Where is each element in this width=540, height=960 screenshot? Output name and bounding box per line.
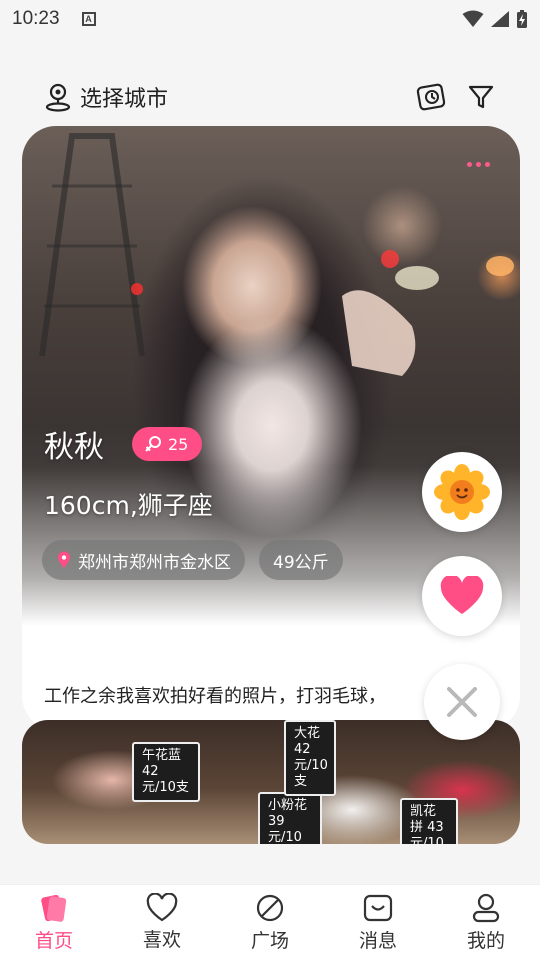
female-symbol-icon <box>145 436 161 452</box>
price-sign: 午花蓝 42元/10支 <box>132 742 200 802</box>
map-pin-icon <box>58 551 70 568</box>
status-time: 10:23 <box>12 8 60 29</box>
nav-likes[interactable]: 喜欢 <box>108 885 216 960</box>
price-sign: 凯花拼 43元/10支 <box>400 798 458 844</box>
nav-home-label: 首页 <box>34 930 73 952</box>
wifi-icon <box>462 10 484 27</box>
dislike-button[interactable] <box>424 664 500 740</box>
filter-button[interactable] <box>466 82 496 112</box>
top-actions <box>416 82 496 112</box>
home-cards-icon <box>41 894 67 922</box>
signal-icon <box>491 11 509 27</box>
location-pin-icon <box>45 83 71 112</box>
status-bar: 10:23 A <box>0 0 540 38</box>
info-tags: 郑州市郑州市金水区 49公斤 <box>42 540 343 580</box>
nav-likes-label: 喜欢 <box>142 929 181 951</box>
heart-outline-icon <box>146 893 178 922</box>
nav-profile-label: 我的 <box>466 930 505 952</box>
nav-messages-label: 消息 <box>358 930 397 952</box>
height-zodiac: 160cm,狮子座 <box>44 491 213 520</box>
location-text: 郑州市郑州市金水区 <box>78 552 231 573</box>
nav-home[interactable]: 首页 <box>0 885 108 960</box>
profile-name: 秋秋 <box>44 430 104 465</box>
sunflower-gift-button[interactable] <box>422 452 502 532</box>
dot-icon <box>467 162 472 167</box>
price-sign: 大花 42元/10支 <box>284 720 336 796</box>
sunflower-icon <box>434 464 490 520</box>
weight-text: 49公斤 <box>273 552 329 573</box>
age-badge: 25 <box>132 427 203 461</box>
weight-tag: 49公斤 <box>259 540 343 580</box>
dot-icon <box>476 162 481 167</box>
heart-icon <box>440 576 484 614</box>
profile-bio: 工作之余我喜欢拍好看的照片，打羽毛球， <box>44 686 386 707</box>
like-button[interactable] <box>422 556 502 636</box>
name-row: 秋秋 25 <box>44 422 203 466</box>
nav-plaza[interactable]: 广场 <box>216 885 324 960</box>
message-bag-icon <box>363 894 393 922</box>
nav-messages[interactable]: 消息 <box>324 885 432 960</box>
more-options-button[interactable] <box>467 162 490 167</box>
bottom-nav: 首页 喜欢 广场 消息 我的 <box>0 884 540 960</box>
city-picker-button[interactable]: 选择城市 <box>44 81 168 113</box>
clock-card-icon <box>416 83 446 111</box>
age-value: 25 <box>168 434 189 454</box>
battery-icon <box>517 10 527 28</box>
price-sign: 小粉花 39元/10支 <box>258 792 322 844</box>
status-icons <box>462 9 528 29</box>
filter-icon <box>468 85 494 109</box>
close-icon <box>447 687 477 717</box>
planet-icon <box>256 894 284 922</box>
city-label: 选择城市 <box>80 87 169 112</box>
location-tag: 郑州市郑州市金水区 <box>42 540 245 580</box>
profile-card[interactable]: 秋秋 25 160cm,狮子座 郑州市郑州市金水区 49公斤 工作之余我喜欢拍好… <box>22 126 520 730</box>
next-profile-card[interactable]: 午花蓝 42元/10支 小粉花 39元/10支 凯花拼 43元/10支 大花 4… <box>22 720 520 844</box>
nav-profile[interactable]: 我的 <box>432 885 540 960</box>
person-icon <box>472 893 500 923</box>
input-indicator-icon: A <box>81 12 96 26</box>
nav-plaza-label: 广场 <box>250 930 289 952</box>
top-bar: 选择城市 <box>0 76 540 118</box>
history-button[interactable] <box>416 82 446 112</box>
dot-icon <box>485 162 490 167</box>
